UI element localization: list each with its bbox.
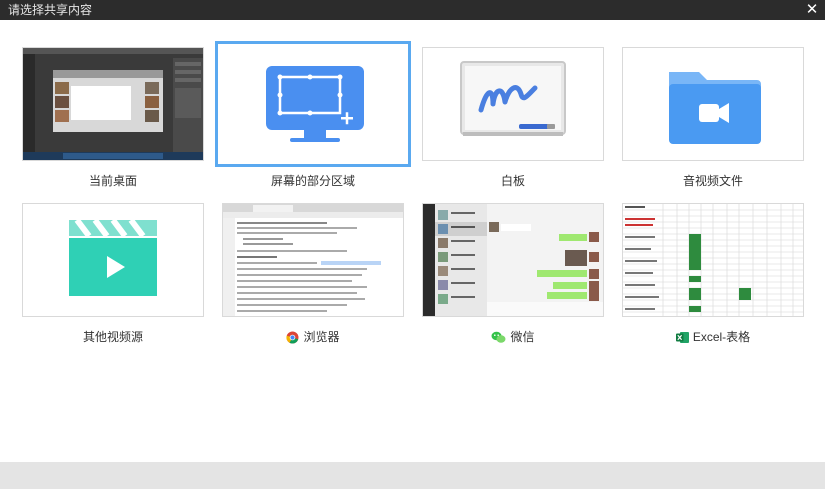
option-other-video[interactable] [22,203,204,317]
option-whiteboard-label: 白板 [500,174,525,188]
option-desktop[interactable] [22,47,204,161]
option-region[interactable] [215,41,411,167]
video-folder-icon [623,48,803,160]
option-wechat-label: 微信 [422,330,604,344]
option-excel-label: Excel-表格 [622,330,804,344]
option-av-file[interactable] [622,47,804,161]
wechat-thumbnail [423,204,603,316]
excel-thumbnail [623,204,803,316]
option-excel-text: Excel-表格 [692,330,751,344]
option-region-label: 屏幕的部分区域 [270,174,355,188]
option-desktop-label: 当前桌面 [88,174,137,188]
close-icon[interactable]: ✕ [804,1,820,19]
wechat-icon [491,331,506,344]
option-excel[interactable] [622,203,804,317]
dialog-titlebar: 请选择共享内容 ✕ [0,0,825,20]
option-browser-label: 浏览器 [222,330,404,344]
clapperboard-icon [23,204,203,316]
option-wechat[interactable] [422,203,604,317]
desktop-thumbnail [23,48,203,160]
option-av-file-label: 音视频文件 [682,174,743,188]
browser-thumbnail [223,204,403,316]
whiteboard-icon [423,48,603,160]
dialog-footer [0,462,825,489]
option-browser-text: 浏览器 [303,330,340,344]
option-wechat-text: 微信 [510,330,535,344]
option-whiteboard[interactable] [422,47,604,161]
excel-icon [675,331,689,344]
chrome-icon [286,331,299,344]
option-other-video-label: 其他视频源 [82,330,143,344]
option-browser[interactable] [222,203,404,317]
dialog-title: 请选择共享内容 [8,3,93,17]
screen-region-icon [218,44,408,164]
